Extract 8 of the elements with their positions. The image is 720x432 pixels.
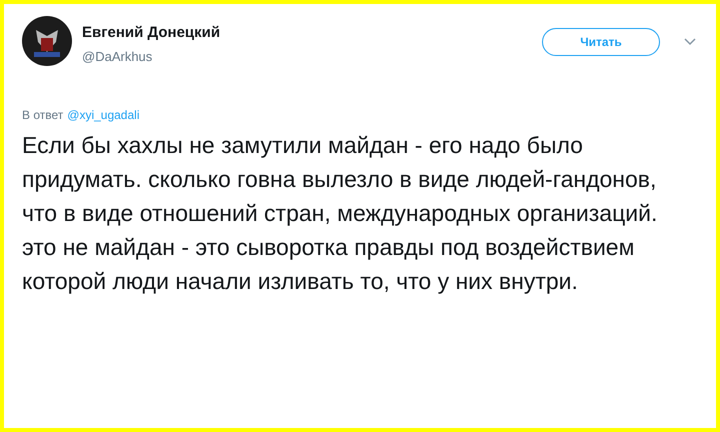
author-handle[interactable]: @DaArkhus	[82, 46, 220, 66]
tweet-text: Если бы хахлы не замутили майдан - его надо было придумать. сколько говна вылезло в виде людей-гандонов, что в виде отношений стран, международных организаций. это не майдан - это сыворотка правды под воздействием которой люди начали изливать то, что у них внутри.	[22, 131, 658, 296]
reply-user-link[interactable]: @xyi_ugadali	[67, 106, 140, 124]
follow-button[interactable]: Читать	[542, 28, 660, 56]
chevron-down-icon[interactable]	[684, 38, 696, 46]
reply-label: В ответ	[22, 107, 64, 124]
avatar-emblem-icon[interactable]	[22, 16, 72, 66]
author-name[interactable]: Евгений Донецкий	[82, 22, 220, 44]
